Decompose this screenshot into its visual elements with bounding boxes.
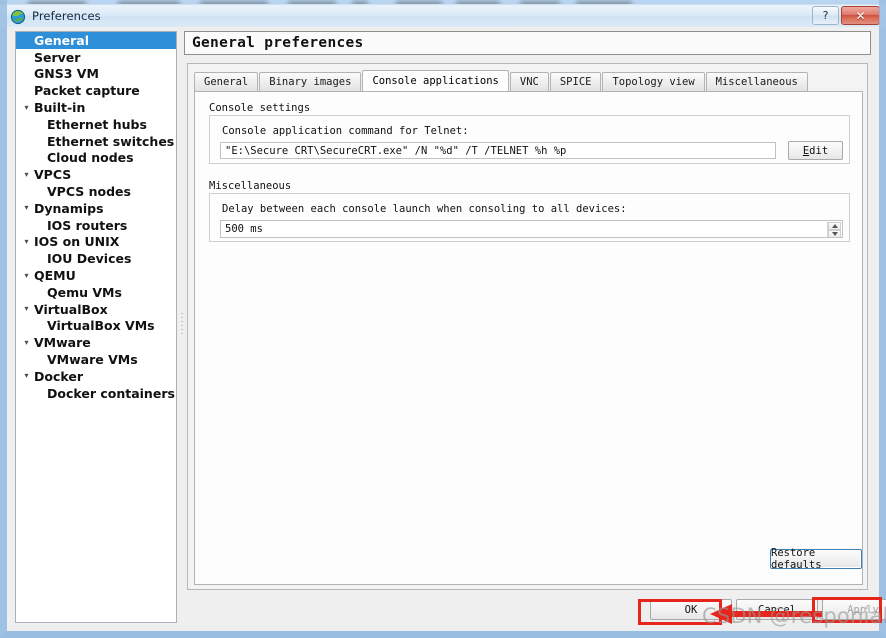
tab-vnc[interactable]: VNC (509, 72, 549, 92)
sidebar-item-label: IOS on UNIX (34, 234, 120, 250)
expand-collapse-icon[interactable]: ▾ (20, 268, 33, 284)
console-applications-tab-page: Console settings Console application com… (194, 91, 863, 585)
sidebar-item-label: Ethernet switches (47, 133, 175, 149)
sidebar-item-ios-on-unix[interactable]: ▾ IOS on UNIX (16, 234, 176, 251)
sidebar-item-virtualbox[interactable]: ▾ VirtualBox (16, 301, 176, 318)
sidebar-item-qemu-vms[interactable]: Qemu VMs (16, 284, 176, 301)
sidebar-item-label: Dynamips (34, 200, 104, 216)
sidebar-item-general[interactable]: General (16, 32, 176, 49)
chevron-down-icon (831, 232, 838, 236)
sidebar-item-virtualbox-vms[interactable]: VirtualBox VMs (16, 318, 176, 335)
expand-collapse-icon[interactable]: ▾ (20, 200, 33, 216)
sidebar-item-label: Packet capture (34, 83, 140, 99)
console-launch-delay-spinbox[interactable]: 500 ms (220, 220, 843, 238)
sidebar-item-label: Qemu VMs (47, 284, 122, 300)
sidebar-item-label: IOU Devices (47, 251, 132, 267)
sidebar-item-label: QEMU (34, 268, 76, 284)
expand-collapse-icon[interactable]: ▾ (20, 167, 33, 183)
help-button[interactable]: ? (812, 6, 839, 25)
sidebar-item-iou-devices[interactable]: IOU Devices (16, 250, 176, 267)
sidebar-item-cloud-nodes[interactable]: Cloud nodes (16, 150, 176, 167)
sidebar-item-label: GNS3 VM (34, 66, 99, 82)
misc-settings-group: Miscellaneous Delay between each console… (209, 180, 850, 242)
close-button[interactable]: ✕ (841, 6, 880, 25)
tab-binary-images[interactable]: Binary images (259, 72, 362, 92)
delay-spinner-buttons[interactable] (827, 222, 841, 237)
sidebar-item-vpcs-nodes[interactable]: VPCS nodes (16, 183, 176, 200)
preferences-window: Preferences ? ✕ General Server GNS3 VM Pack… (0, 0, 886, 638)
tab-panel: General Binary images Console applications… (187, 63, 868, 590)
sidebar-item-vpcs[interactable]: ▾ VPCS (16, 166, 176, 183)
sidebar-item-ios-routers[interactable]: IOS routers (16, 217, 176, 234)
tab-general[interactable]: General (194, 72, 259, 92)
expand-collapse-icon[interactable]: ▾ (20, 100, 33, 116)
sidebar-item-qemu[interactable]: ▾ QEMU (16, 267, 176, 284)
expand-collapse-icon[interactable]: ▾ (20, 368, 33, 384)
console-settings-group: Console settings Console application com… (209, 102, 850, 164)
window-titlebar: Preferences ? ✕ (0, 4, 886, 27)
sidebar-item-ethernet-hubs[interactable]: Ethernet hubs (16, 116, 176, 133)
delay-spinner-down-button[interactable] (828, 230, 841, 237)
console-launch-delay-label: Delay between each console launch when c… (222, 203, 627, 215)
sidebar-item-label: Server (34, 49, 81, 65)
window-title: Preferences (32, 9, 101, 23)
sidebar-item-label: Built-in (34, 100, 86, 116)
expand-collapse-icon[interactable]: ▾ (20, 301, 33, 317)
sidebar-item-label: VMware VMs (47, 352, 138, 368)
sidebar-item-label: VirtualBox (34, 301, 108, 317)
expand-collapse-icon[interactable]: ▾ (20, 234, 33, 250)
sidebar-item-label: Cloud nodes (47, 150, 134, 166)
sidebar-item-gns3-vm[interactable]: GNS3 VM (16, 66, 176, 83)
sidebar-item-vmware-vms[interactable]: VMware VMs (16, 351, 176, 368)
expand-collapse-icon[interactable]: ▾ (20, 335, 33, 351)
sidebar-item-label: IOS routers (47, 217, 128, 233)
misc-settings-group-title: Miscellaneous (209, 180, 292, 192)
csdn-watermark: CSDN @responiabilty (702, 604, 886, 628)
sidebar-item-server[interactable]: Server (16, 49, 176, 66)
tab-bar[interactable]: General Binary images Console applications… (194, 70, 809, 92)
preferences-content-pane: General preferences General Binary images… (184, 31, 886, 623)
telnet-command-input[interactable]: "E:\Secure CRT\SecureCRT.exe" /N "%d" /T… (220, 142, 776, 159)
tab-miscellaneous[interactable]: Miscellaneous (705, 72, 808, 92)
sidebar-item-packet-capture[interactable]: Packet capture (16, 82, 176, 99)
sidebar-item-label: VPCS nodes (47, 184, 131, 200)
dialog-client-area: General Server GNS3 VM Packet capture ▾ Built… (7, 27, 886, 631)
delay-spinner-up-button[interactable] (828, 222, 841, 230)
sidebar-item-label: VirtualBox VMs (47, 318, 155, 334)
console-settings-group-title: Console settings (209, 102, 311, 114)
page-title: General preferences (192, 35, 364, 51)
sidebar-item-built-in[interactable]: ▾ Built-in (16, 99, 176, 116)
tab-console-applications[interactable]: Console applications (362, 70, 509, 92)
sidebar-item-ethernet-switches[interactable]: Ethernet switches (16, 133, 176, 150)
sidebar-item-label: VMware (34, 335, 91, 351)
chevron-up-icon (831, 224, 838, 228)
sidebar-item-label: Ethernet hubs (47, 116, 147, 132)
sidebar-item-vmware[interactable]: ▾ VMware (16, 334, 176, 351)
telnet-command-label: Console application command for Telnet: (222, 125, 469, 137)
sidebar-item-dynamips[interactable]: ▾ Dynamips (16, 200, 176, 217)
tab-spice[interactable]: SPICE (549, 72, 602, 92)
tab-topology-view[interactable]: Topology view (602, 72, 705, 92)
misc-settings-group-box: Delay between each console launch when c… (209, 193, 850, 242)
sidebar-scroll-area[interactable]: General Server GNS3 VM Packet capture ▾ Built… (16, 32, 176, 622)
tree-item-list[interactable]: General Server GNS3 VM Packet capture ▾ Built… (16, 32, 176, 402)
console-settings-group-box: Console application command for Telnet: … (209, 115, 850, 164)
sidebar-item-docker-containers[interactable]: Docker containers (16, 385, 176, 402)
sidebar-item-label: General (34, 32, 89, 48)
edit-button-label-rest: dit (809, 144, 829, 157)
sidebar-item-label: Docker containers (47, 385, 175, 401)
restore-defaults-button[interactable]: Restore defaults (770, 547, 862, 571)
page-title-banner: General preferences (184, 31, 871, 55)
preferences-category-tree[interactable]: General Server GNS3 VM Packet capture ▾ Built… (15, 31, 177, 623)
splitter-grip[interactable] (181, 313, 183, 339)
sidebar-item-docker[interactable]: ▾ Docker (16, 368, 176, 385)
edit-telnet-command-button[interactable]: Edit (788, 141, 843, 160)
console-launch-delay-value: 500 ms (225, 223, 263, 235)
gns3-globe-icon (10, 9, 26, 25)
sidebar-item-label: Docker (34, 368, 83, 384)
sidebar-item-label: VPCS (34, 167, 72, 183)
